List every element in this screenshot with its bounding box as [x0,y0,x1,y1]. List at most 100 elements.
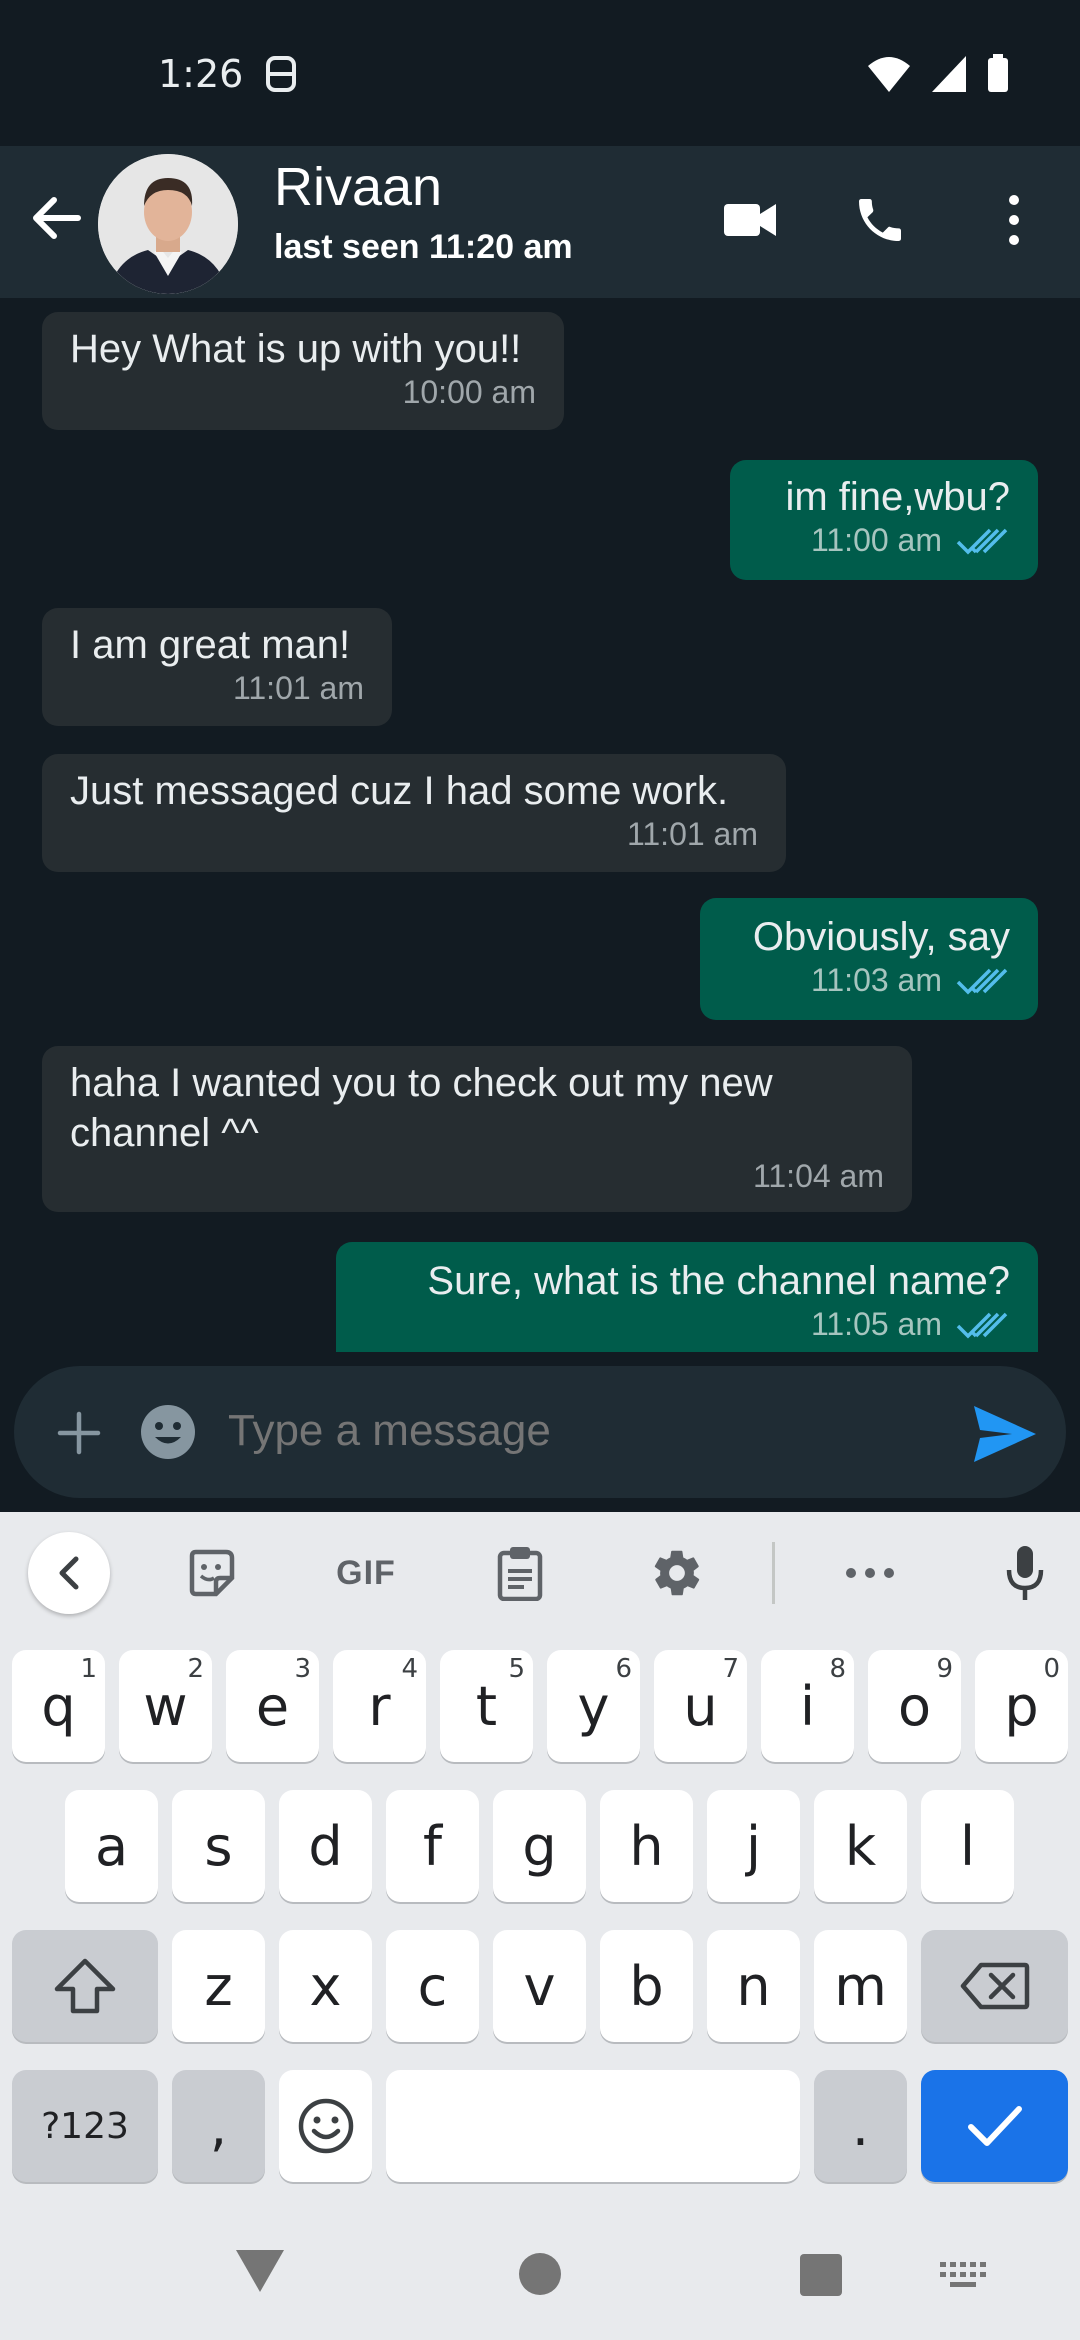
key-j[interactable]: j [707,1790,800,1902]
message-meta: 11:04 am [70,1158,884,1195]
message-composer [14,1366,1066,1498]
voice-input-button[interactable] [1000,1542,1050,1604]
message-text: Sure, what is the channel name? [427,1259,1010,1303]
message-list[interactable]: Hey What is up with you!! 10:00 am im fi… [0,298,1080,1352]
key-w[interactable]: w2 [119,1650,212,1762]
key-u[interactable]: u7 [654,1650,747,1762]
key-x[interactable]: x [279,1930,372,2042]
message-bubble-outgoing[interactable]: Obviously, say 11:03 am [700,898,1038,1020]
message-input[interactable] [228,1396,928,1466]
sticker-button[interactable] [180,1542,242,1604]
message-time: 11:01 am [626,816,758,852]
key-label: p [1004,1674,1039,1738]
key-p[interactable]: p0 [975,1650,1068,1762]
nav-recents-icon[interactable] [800,2254,842,2296]
message-time: 11:01 am [232,670,364,706]
collapse-toolbar-button[interactable] [28,1532,110,1614]
video-call-icon[interactable] [722,200,778,240]
nav-back-icon[interactable] [234,2248,286,2294]
message-time: 11:03 am [810,962,942,998]
key-o[interactable]: o9 [868,1650,961,1762]
nav-home-icon[interactable] [518,2252,562,2296]
attach-plus-icon[interactable] [54,1408,104,1458]
emoji-smile-icon [298,2098,353,2154]
key-hint: 0 [1043,1654,1060,1684]
message-meta: 11:00 am [758,522,1010,559]
key-hint: 1 [80,1654,97,1684]
symbols-key[interactable]: ?123 [12,2070,158,2182]
key-label: o [897,1674,932,1738]
key-t[interactable]: t5 [440,1650,533,1762]
message-bubble-incoming[interactable]: haha I wanted you to check out my new ch… [42,1046,912,1212]
key-z[interactable]: z [172,1930,265,2042]
message-bubble-incoming[interactable]: Hey What is up with you!! 10:00 am [42,312,564,430]
key-hint: 8 [829,1654,846,1684]
key-label: w [143,1674,188,1738]
double-check-read-icon [956,528,1008,554]
emoji-key[interactable] [279,2070,372,2182]
key-n[interactable]: n [707,1930,800,2042]
keyboard-switcher-icon[interactable] [940,2262,986,2292]
key-hint: 9 [936,1654,953,1684]
more-tools-button[interactable] [840,1542,900,1604]
message-meta: 11:03 am [728,962,1010,999]
chat-header: Rivaan last seen 11:20 am [0,146,1080,298]
key-g[interactable]: g [493,1790,586,1902]
key-s[interactable]: s [172,1790,265,1902]
system-navigation-bar [0,2200,1080,2340]
checkmark-icon [967,2106,1022,2146]
message-bubble-outgoing[interactable]: im fine,wbu? 11:00 am [730,460,1038,580]
backspace-icon [960,1962,1029,2010]
key-q[interactable]: q1 [12,1650,105,1762]
contact-name[interactable]: Rivaan [274,156,442,218]
period-key[interactable]: . [814,2070,907,2182]
key-h[interactable]: h [600,1790,693,1902]
key-e[interactable]: e3 [226,1650,319,1762]
key-f[interactable]: f [386,1790,479,1902]
key-d[interactable]: d [279,1790,372,1902]
message-text: Obviously, say [752,915,1010,959]
message-bubble-incoming[interactable]: I am great man! 11:01 am [42,608,392,726]
key-a[interactable]: a [65,1790,158,1902]
message-time: 11:04 am [752,1158,884,1194]
done-key[interactable] [921,2070,1068,2182]
clipboard-button[interactable] [490,1542,550,1604]
keyboard-toolbar: GIF [0,1512,1080,1632]
key-y[interactable]: y6 [547,1650,640,1762]
clipboard-icon [497,1547,543,1601]
key-i[interactable]: i8 [761,1650,854,1762]
message-text: haha I wanted you to check out my new ch… [70,1061,773,1155]
more-options-icon[interactable] [1000,192,1028,248]
message-bubble-incoming[interactable]: Just messaged cuz I had some work. 11:01… [42,754,786,872]
key-label: t [475,1674,498,1738]
key-k[interactable]: k [814,1790,907,1902]
wifi-icon [868,57,910,92]
microphone-icon [1006,1546,1044,1600]
key-label: y [577,1674,610,1738]
key-v[interactable]: v [493,1930,586,2042]
key-c[interactable]: c [386,1930,479,2042]
key-label: q [41,1674,76,1738]
space-key[interactable] [386,2070,800,2182]
shift-key[interactable] [12,1930,158,2042]
comma-key[interactable]: , [172,2070,265,2182]
key-m[interactable]: m [814,1930,907,2042]
backspace-key[interactable] [921,1930,1068,2042]
signal-icon [932,56,966,92]
sim-card-icon [266,56,296,92]
key-b[interactable]: b [600,1930,693,2042]
contact-avatar[interactable] [98,154,238,294]
message-meta: 11:01 am [70,670,364,707]
send-icon[interactable] [972,1404,1038,1464]
key-l[interactable]: l [921,1790,1014,1902]
back-arrow-icon[interactable] [30,192,82,244]
message-text: im fine,wbu? [785,475,1010,519]
gif-button[interactable]: GIF [326,1542,406,1604]
more-horizontal-icon [846,1568,894,1578]
phone-call-icon[interactable] [852,192,908,248]
settings-button[interactable] [646,1542,708,1604]
message-bubble-outgoing[interactable]: Sure, what is the channel name? 11:05 am [336,1242,1038,1352]
emoji-icon[interactable] [140,1404,196,1460]
sticker-icon [189,1549,235,1597]
key-r[interactable]: r4 [333,1650,426,1762]
